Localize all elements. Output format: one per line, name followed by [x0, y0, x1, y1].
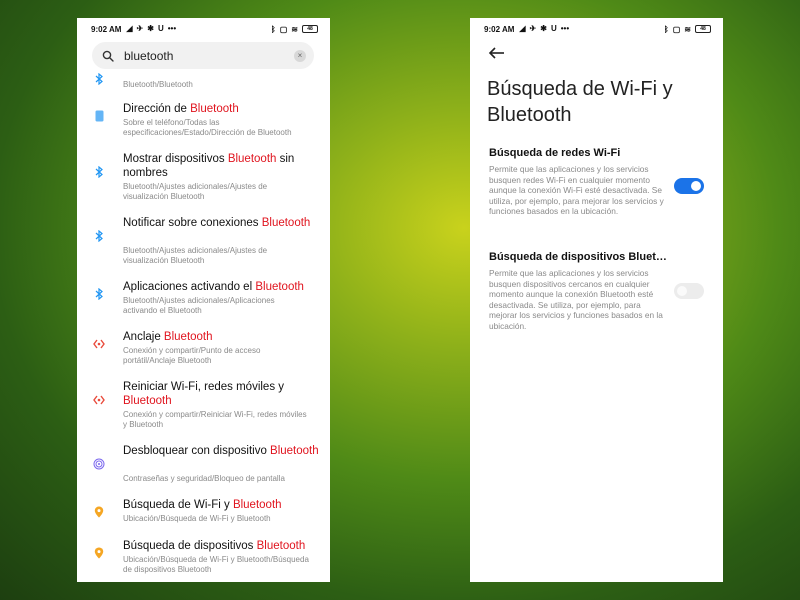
result-title: Mostrar dispositivos Bluetooth sin nombr…: [123, 152, 319, 180]
settings-status-icon: ✱: [540, 24, 547, 33]
more-notifications-icon: •••: [560, 24, 570, 33]
result-path: Conexión y compartir/Punto de acceso por…: [123, 346, 261, 365]
battery-indicator: 48: [695, 25, 711, 33]
result-title-text: Anclaje: [123, 331, 164, 343]
setting-title: Búsqueda de redes Wi-Fi: [489, 147, 621, 159]
bluetooth-status-icon: ᛒ: [270, 24, 276, 34]
result-title: Notificar sobre conexiones Bluetooth: [123, 216, 319, 230]
result-title-text: Mostrar dispositivos: [123, 153, 228, 165]
result-path: Contraseñas y seguridad/Bloqueo de panta…: [123, 474, 285, 483]
search-icon: [100, 48, 116, 64]
result-title-highlight: Bluetooth: [232, 499, 282, 511]
result-title-text: Desbloquear con dispositivo: [123, 445, 271, 457]
u-status-icon: U: [550, 24, 557, 33]
result-title-highlight: Bluetooth: [270, 445, 319, 457]
alarm-status-icon: ▢: [279, 24, 288, 34]
result-title-highlight: Bluetooth: [123, 395, 172, 407]
result-title-text: Notificar sobre conexiones: [123, 217, 262, 229]
result-title: Reiniciar Wi-Fi, redes móviles y Bluetoo…: [123, 380, 319, 408]
result-title-text: Reiniciar Wi-Fi, redes móviles y: [123, 381, 285, 393]
result-title: Anclaje Bluetooth: [123, 330, 319, 344]
clear-search-icon[interactable]: ×: [294, 49, 306, 62]
alarm-status-icon: ▢: [672, 24, 681, 34]
wifi-status-icon: ≋: [684, 24, 691, 34]
phone-icon: [93, 110, 105, 122]
result-title-highlight: Bluetooth: [227, 153, 277, 165]
result-path: Conexión y compartir/Reiniciar Wi-Fi, re…: [123, 410, 307, 429]
wifi-scanning-toggle[interactable]: [674, 178, 704, 194]
bluetooth-status-icon: ᛒ: [663, 24, 669, 34]
telegram-icon: ◢: [519, 24, 526, 33]
bluetooth-scanning-toggle[interactable]: [674, 283, 704, 299]
status-bar: 9:02 AM ◢ ✈ ✱ U ••• ᛒ ▢ ≋ 48: [77, 18, 330, 40]
bluetooth-icon: [93, 288, 105, 300]
detail-screen: 9:02 AM ◢ ✈ ✱ U ••• ᛒ ▢ ≋ 48 Búsqueda de…: [470, 18, 723, 582]
result-title-highlight: Bluetooth: [261, 217, 311, 229]
result-path: Ubicación/Búsqueda de Wi-Fi y Bluetooth/…: [123, 555, 309, 574]
result-path: Ubicación/Búsqueda de Wi-Fi y Bluetooth: [123, 514, 271, 523]
telegram-icon: ◢: [126, 24, 133, 33]
setting-description: Permite que las aplicaciones y los servi…: [489, 268, 663, 331]
result-title: Búsqueda de Wi-Fi y Bluetooth: [123, 498, 319, 512]
location-icon: [93, 506, 105, 518]
hotspot-icon: [93, 338, 105, 350]
result-path: Sobre el teléfono/Todas las especificaci…: [123, 118, 292, 137]
setting-description: Permite que las aplicaciones y los servi…: [489, 164, 664, 216]
location-icon: [93, 547, 105, 559]
result-title-text: Dirección de: [123, 103, 191, 115]
fingerprint-icon: [93, 458, 105, 470]
result-path: Bluetooth/Ajustes adicionales/Ajustes de…: [123, 246, 268, 265]
bluetooth-icon: [93, 166, 105, 178]
back-arrow-icon[interactable]: [488, 46, 506, 60]
bluetooth-icon: [93, 230, 105, 242]
page-title: Búsqueda de Wi-Fi y Bluetooth: [487, 78, 673, 126]
search-input[interactable]: bluetooth: [124, 49, 294, 63]
result-title-highlight: Bluetooth: [255, 281, 304, 293]
battery-indicator: 48: [302, 25, 318, 33]
location-status-icon: ✈: [136, 24, 144, 33]
result-path: Bluetooth/Ajustes adicionales/Ajustes de…: [123, 182, 268, 201]
more-notifications-icon: •••: [167, 24, 177, 33]
result-title-highlight: Bluetooth: [256, 540, 306, 552]
result-title-text: Búsqueda de Wi-Fi y: [123, 499, 233, 511]
result-title-highlight: Bluetooth: [163, 331, 213, 343]
status-time: 9:02 AM: [91, 24, 122, 34]
location-status-icon: ✈: [529, 24, 537, 33]
result-title: Dirección de Bluetooth: [123, 102, 319, 116]
u-status-icon: U: [157, 24, 164, 33]
search-screen: 9:02 AM ◢ ✈ ✱ U ••• ᛒ ▢ ≋ 48 bluetooth ×…: [77, 18, 330, 582]
setting-title: Búsqueda de dispositivos Blueto...: [489, 251, 669, 263]
result-title-text: Búsqueda de dispositivos: [123, 540, 257, 552]
result-path: Bluetooth/Bluetooth: [123, 80, 193, 89]
result-title-text: Aplicaciones activando el: [123, 281, 256, 293]
wifi-status-icon: ≋: [291, 24, 298, 34]
result-title: Desbloquear con dispositivo Bluetooth: [123, 444, 319, 458]
result-title-highlight: Bluetooth: [190, 103, 239, 115]
settings-status-icon: ✱: [147, 24, 154, 33]
status-time: 9:02 AM: [484, 24, 515, 34]
result-title: Aplicaciones activando el Bluetooth: [123, 280, 319, 294]
result-title: Búsqueda de dispositivos Bluetooth: [123, 539, 319, 553]
bluetooth-icon: [93, 73, 105, 85]
status-bar: 9:02 AM ◢ ✈ ✱ U ••• ᛒ ▢ ≋ 48: [470, 18, 723, 40]
search-bar[interactable]: bluetooth ×: [92, 42, 314, 69]
hotspot-icon: [93, 394, 105, 406]
result-path: Bluetooth/Ajustes adicionales/Aplicacion…: [123, 296, 275, 315]
